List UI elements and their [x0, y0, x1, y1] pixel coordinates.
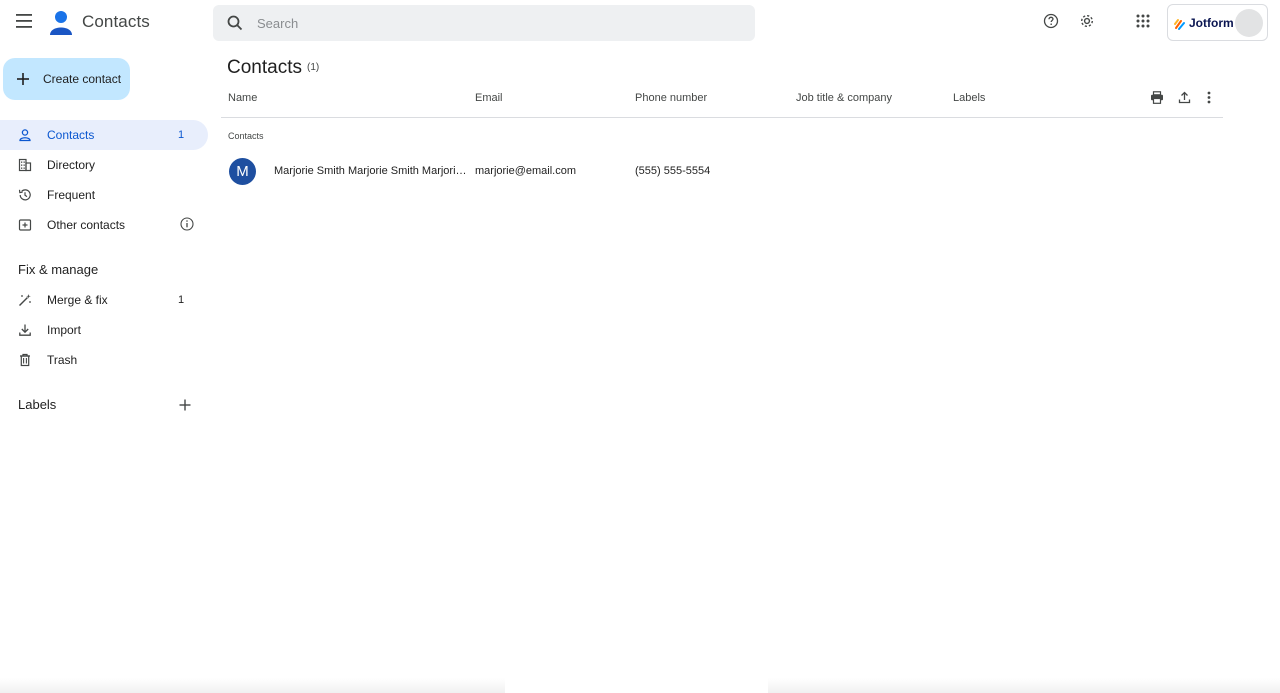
column-header-name[interactable]: Name — [228, 92, 257, 104]
sidebar-item-contacts[interactable]: Contacts 1 — [0, 120, 208, 150]
contact-name: Marjorie Smith Marjorie Smith Marjorie S… — [274, 165, 468, 177]
sidebar-item-count: 1 — [178, 129, 185, 141]
plus-icon — [3, 72, 43, 86]
more-vert-icon — [1207, 91, 1211, 103]
download-icon — [0, 323, 47, 337]
print-icon — [1151, 90, 1163, 104]
plus-icon — [179, 399, 191, 411]
gear-icon — [1079, 13, 1095, 34]
sidebar-item-import[interactable]: Import — [0, 315, 208, 345]
sidebar-item-label: Trash — [47, 353, 78, 367]
top-bar: Contacts Jotform — [0, 0, 1280, 46]
fix-manage-heading: Fix & manage — [18, 262, 99, 277]
export-button[interactable] — [1174, 88, 1194, 106]
help-icon — [1043, 13, 1059, 34]
history-icon — [0, 188, 47, 202]
create-contact-label: Create contact — [43, 72, 122, 86]
contact-count: (1) — [307, 62, 320, 73]
jotform-logo-icon — [1174, 17, 1186, 30]
user-avatar[interactable] — [1235, 9, 1263, 37]
contact-avatar: M — [229, 158, 256, 185]
app-title[interactable]: Contacts — [82, 12, 150, 32]
sidebar-item-label: Merge & fix — [47, 293, 108, 307]
column-header-labels[interactable]: Labels — [953, 92, 985, 104]
settings-button[interactable] — [1073, 9, 1101, 37]
column-header-email[interactable]: Email — [475, 92, 503, 104]
bottom-gap — [505, 678, 768, 693]
apps-button[interactable] — [1129, 9, 1157, 37]
sidebar-item-directory[interactable]: Directory — [0, 150, 208, 180]
create-contact-button[interactable]: Create contact — [3, 58, 130, 100]
table-row[interactable]: M Marjorie Smith Marjorie Smith Marjorie… — [221, 153, 1223, 189]
sidebar-item-label: Frequent — [47, 188, 96, 202]
sidebar-item-other-contacts[interactable]: Other contacts — [0, 210, 208, 240]
sidebar-item-trash[interactable]: Trash — [0, 345, 208, 375]
more-options-button[interactable] — [1199, 88, 1219, 106]
account-name: Jotform — [1189, 15, 1234, 30]
search-input[interactable] — [257, 15, 717, 31]
sidebar-item-merge-fix[interactable]: Merge & fix 1 — [0, 285, 208, 315]
sidebar-item-frequent[interactable]: Frequent — [0, 180, 208, 210]
info-icon[interactable] — [179, 216, 195, 232]
header-divider — [221, 117, 1223, 118]
group-label: Contacts — [228, 131, 264, 141]
contacts-logo-icon — [48, 9, 74, 35]
magic-wand-icon — [0, 293, 47, 307]
main-menu-button[interactable] — [9, 7, 41, 39]
person-icon — [0, 128, 47, 142]
contact-email: marjorie@email.com — [475, 165, 577, 177]
account-switcher[interactable]: Jotform — [1167, 4, 1268, 41]
sidebar-item-count: 1 — [178, 294, 185, 306]
apps-grid-icon — [1136, 14, 1150, 33]
upload-icon — [1178, 91, 1190, 103]
labels-heading: Labels — [18, 397, 57, 412]
sidebar-item-label: Contacts — [47, 128, 95, 142]
add-label-button[interactable] — [174, 394, 196, 416]
trash-icon — [0, 353, 47, 367]
search-icon[interactable] — [213, 5, 257, 41]
sidebar-item-label: Import — [47, 323, 82, 337]
column-header-job[interactable]: Job title & company — [796, 92, 892, 104]
sidebar-item-label: Other contacts — [47, 218, 126, 232]
help-button[interactable] — [1037, 9, 1065, 37]
hamburger-icon — [16, 13, 34, 33]
contact-phone: (555) 555-5554 — [635, 165, 711, 177]
column-header-phone[interactable]: Phone number — [635, 92, 707, 104]
other-contacts-icon — [0, 218, 47, 232]
print-button[interactable] — [1147, 88, 1167, 106]
page-title: Contacts — [227, 57, 302, 78]
building-icon — [0, 158, 47, 172]
search-bar[interactable] — [213, 5, 755, 41]
sidebar-item-label: Directory — [47, 158, 96, 172]
